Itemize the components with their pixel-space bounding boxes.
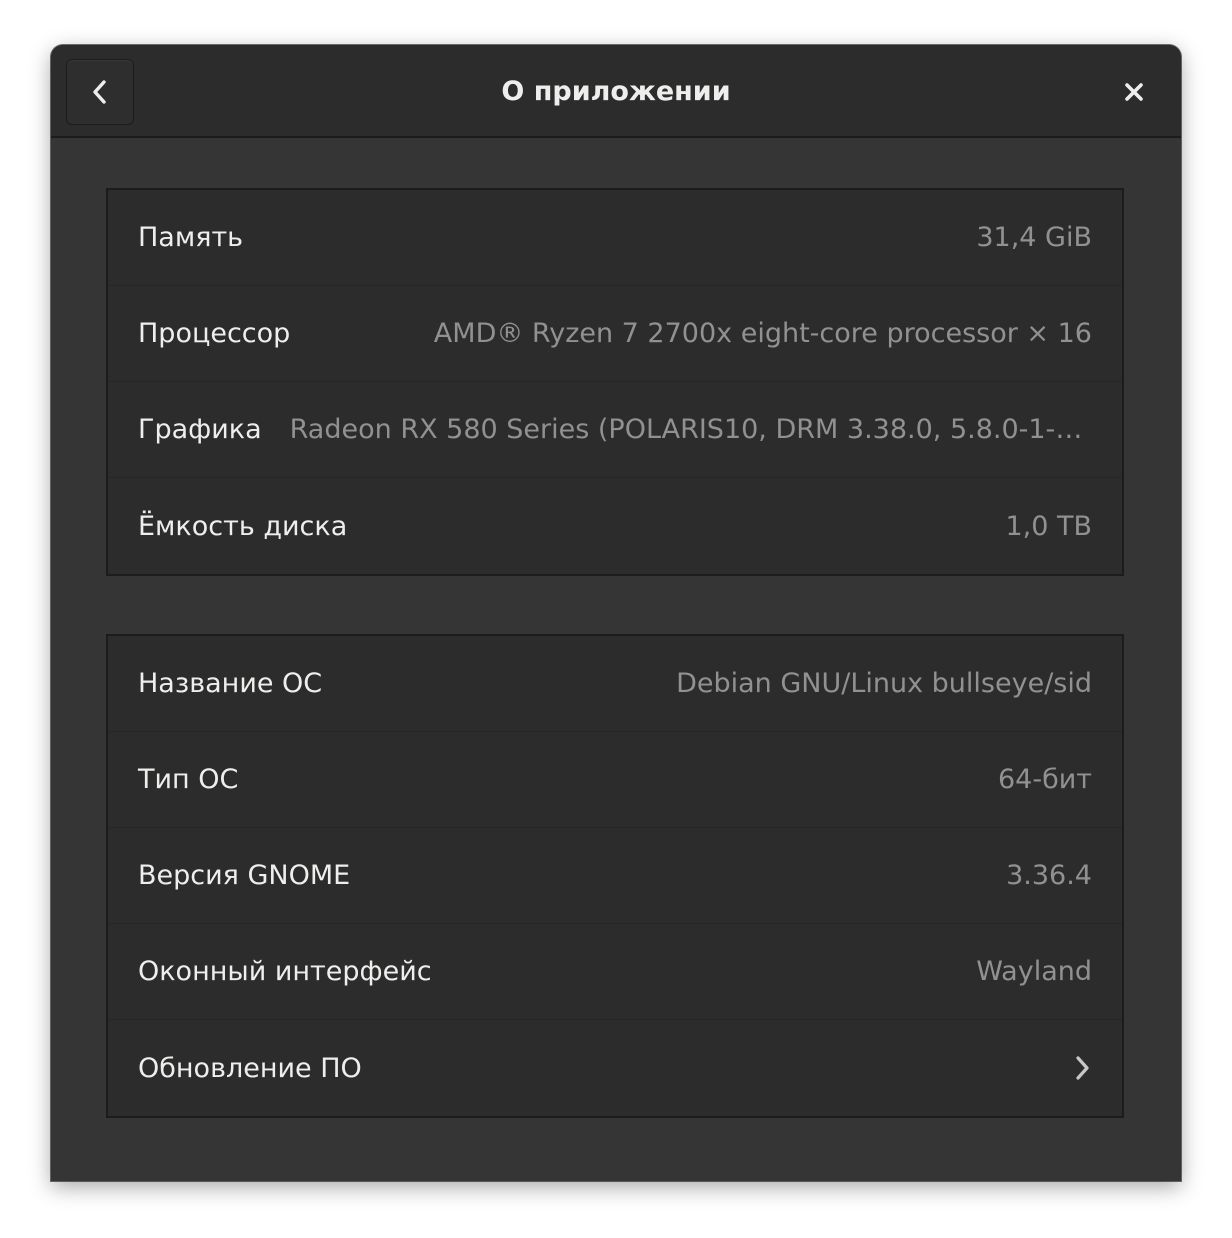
gnome-version-row: Версия GNOME 3.36.4: [108, 828, 1122, 924]
memory-label: Память: [138, 222, 244, 253]
processor-row: Процессор AMD® Ryzen 7 2700x eight-core …: [108, 286, 1122, 382]
about-window: О приложении Память 31,4 GiB Процессор A…: [51, 45, 1181, 1181]
memory-value: 31,4 GiB: [976, 222, 1092, 253]
windowing-system-row: Оконный интерфейс Wayland: [108, 924, 1122, 1020]
windowing-system-label: Оконный интерфейс: [138, 956, 432, 987]
os-name-row: Название ОС Debian GNU/Linux bullseye/si…: [108, 636, 1122, 732]
software-updates-label: Обновление ПО: [138, 1052, 362, 1084]
os-type-value: 64-бит: [997, 764, 1092, 795]
window-title: О приложении: [501, 76, 731, 107]
software-updates-row[interactable]: Обновление ПО: [108, 1020, 1122, 1116]
gnome-version-value: 3.36.4: [1006, 860, 1092, 891]
close-button[interactable]: [1117, 75, 1151, 109]
graphics-label: Графика: [138, 414, 262, 445]
graphics-value: Radeon RX 580 Series (POLARIS10, DRM 3.3…: [289, 414, 1092, 445]
go-previous-icon: [93, 80, 106, 104]
hardware-info-group: Память 31,4 GiB Процессор AMD® Ryzen 7 2…: [106, 188, 1124, 576]
os-type-row: Тип ОС 64-бит: [108, 732, 1122, 828]
headerbar: О приложении: [51, 45, 1181, 138]
windowing-system-value: Wayland: [976, 956, 1092, 987]
disk-capacity-label: Ёмкость диска: [138, 510, 348, 542]
os-name-label: Название ОС: [138, 668, 323, 699]
software-info-group: Название ОС Debian GNU/Linux bullseye/si…: [106, 634, 1124, 1118]
os-name-value: Debian GNU/Linux bullseye/sid: [676, 668, 1092, 699]
back-button[interactable]: [66, 59, 134, 125]
os-type-label: Тип ОС: [138, 764, 239, 795]
disk-capacity-row: Ёмкость диска 1,0 TB: [108, 478, 1122, 574]
gnome-version-label: Версия GNOME: [138, 860, 351, 891]
processor-value: AMD® Ryzen 7 2700x eight-core processor …: [433, 318, 1092, 349]
graphics-row: Графика Radeon RX 580 Series (POLARIS10,…: [108, 382, 1122, 478]
disk-capacity-value: 1,0 TB: [1005, 510, 1092, 542]
processor-label: Процессор: [138, 318, 291, 349]
memory-row: Память 31,4 GiB: [108, 190, 1122, 286]
close-icon: [1125, 83, 1143, 101]
chevron-right-icon: [1072, 1053, 1092, 1083]
